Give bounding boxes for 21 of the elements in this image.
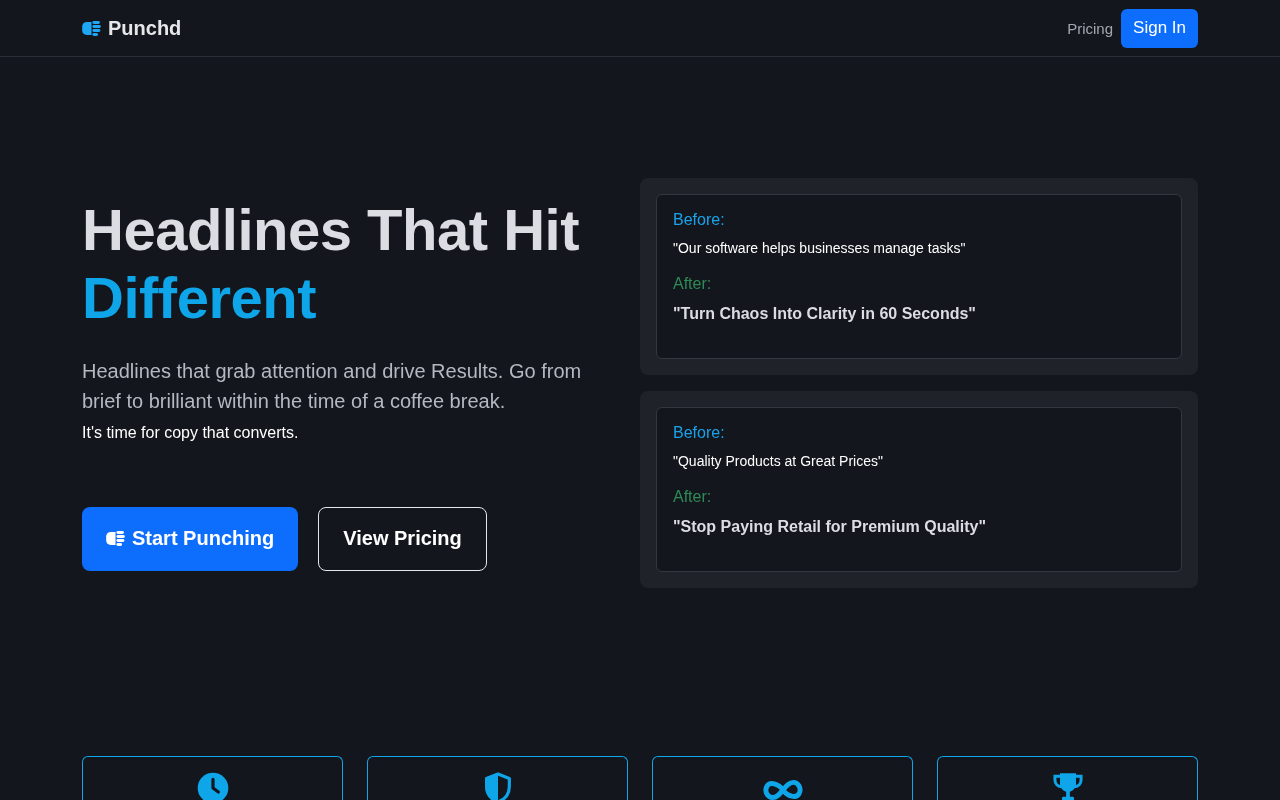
start-button[interactable]: Start Punching: [82, 506, 299, 571]
after-label: After:: [673, 487, 713, 507]
headline: Headlines That Hit: [82, 195, 579, 264]
pricing-button[interactable]: View Pricing: [318, 506, 487, 571]
sign-in-button[interactable]: Sign In: [1121, 8, 1198, 48]
after-text: "Turn Chaos Into Clarity in 60 Seconds": [673, 304, 977, 324]
before-label: Before:: [673, 210, 726, 230]
headline-accent: Different: [82, 263, 316, 332]
before-text: "Quality Products at Great Prices": [673, 452, 884, 471]
after-label: After:: [673, 274, 713, 294]
hero-tagline: It's time for copy that converts.: [82, 422, 299, 443]
infinity-icon: [762, 779, 803, 800]
hero-subtitle: Headlines that grab attention and drive Results. Go from brief to brilliant within the time of a coffee break.: [82, 358, 583, 414]
trophy-icon: [1051, 772, 1084, 800]
before-text: "Our software helps businesses manage tasks": [673, 239, 967, 258]
nav-link[interactable]: Pricing: [1067, 19, 1114, 37]
fist-icon: [106, 531, 125, 546]
after-text: "Stop Paying Retail for Premium Quality": [673, 517, 987, 537]
brand-name[interactable]: Punchd: [108, 16, 182, 40]
before-label: Before:: [673, 423, 726, 443]
fist-icon: [82, 20, 101, 36]
